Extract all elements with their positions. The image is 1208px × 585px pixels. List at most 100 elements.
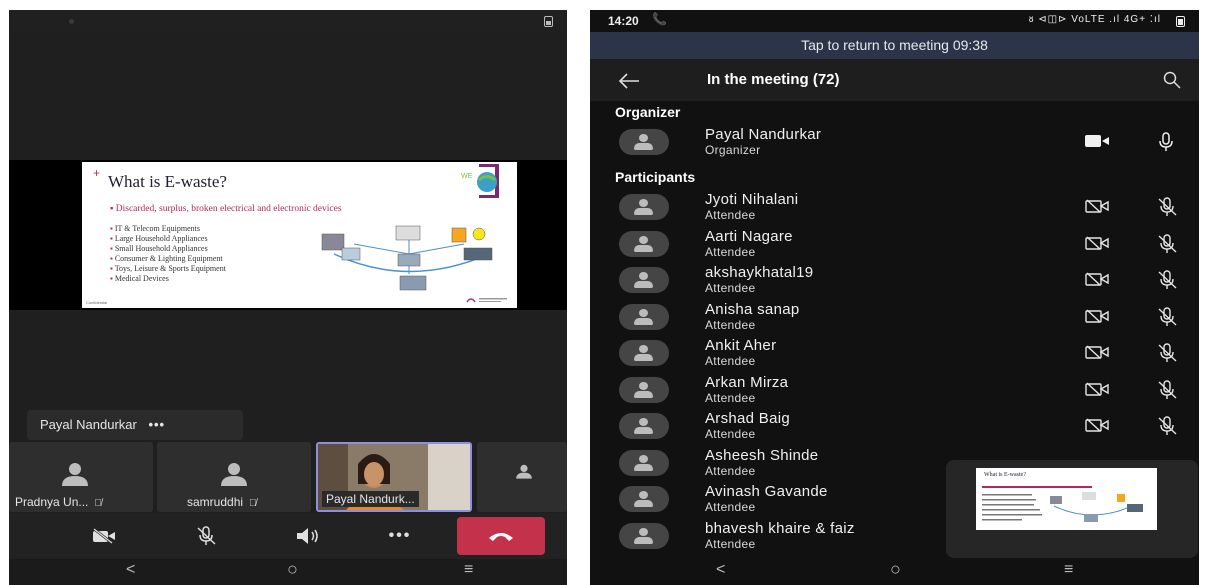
more-options-button[interactable]: ••• xyxy=(365,513,435,559)
participant-row[interactable]: Jyoti Nihalani Attendee xyxy=(590,190,1199,226)
participants-screen: 14:20 📞 ᴕ ⊲◫⊳ VoLTE .ıl 4G+ ⁚ıl Tap to r… xyxy=(590,10,1199,585)
camera-off-icon xyxy=(1085,308,1109,323)
call-controls: ••• xyxy=(9,513,567,559)
participant-role: Attendee xyxy=(705,244,756,259)
mic-off-icon xyxy=(1158,270,1177,289)
tile-name-text: Pradnya Un... xyxy=(15,495,89,509)
participant-name: Jyoti Nihalani xyxy=(705,191,799,208)
person-icon xyxy=(62,463,88,486)
meeting-screen: + What is E-waste? WE ▪ Discarded, surpl… xyxy=(9,10,567,585)
nav-back-button[interactable]: < xyxy=(716,561,725,579)
mic-off-icon xyxy=(1158,343,1177,362)
camera-off-icon xyxy=(1085,235,1109,250)
meeting-pip-window[interactable]: What is E-waste? xyxy=(946,460,1198,558)
mic-off-icon xyxy=(1158,306,1177,326)
camera-off-icon xyxy=(1085,418,1109,432)
plus-mark: + xyxy=(93,166,101,180)
speaker-icon xyxy=(297,528,318,544)
status-bar xyxy=(9,10,567,32)
nav-back-button[interactable]: < xyxy=(126,561,135,579)
slide-list-item: Small Household Appliances xyxy=(110,244,226,254)
battery-icon xyxy=(544,16,553,27)
avatar xyxy=(619,486,669,512)
presenter-more-button[interactable]: ••• xyxy=(148,417,165,432)
participant-row[interactable]: Aarti Nagare Attendee xyxy=(590,227,1199,263)
active-speaker-tile[interactable]: Payal Nandurk... xyxy=(316,442,472,512)
battery-icon xyxy=(1176,16,1185,27)
person-icon xyxy=(516,464,532,479)
status-time: 14:20 xyxy=(608,14,639,28)
participant-tile-name: Pradnya Un... 🎙̸ xyxy=(15,495,102,509)
camera-on-icon xyxy=(1085,135,1109,147)
search-icon[interactable] xyxy=(1163,71,1181,89)
mic-off-icon: 🎙̸ xyxy=(94,498,102,509)
avatar xyxy=(619,522,669,549)
organizer-row[interactable]: Payal Nandurkar Organizer xyxy=(590,125,1199,161)
participant-role: Attendee xyxy=(705,536,756,551)
participant-tile[interactable] xyxy=(477,442,567,512)
participant-tile[interactable]: samruddhi 🎙̸ xyxy=(157,442,311,512)
participant-name: Arkan Mirza xyxy=(705,373,789,391)
return-to-meeting-banner[interactable]: Tap to return to meeting 09:38 xyxy=(590,32,1199,59)
participant-row[interactable]: Arshad Baig Attendee xyxy=(590,409,1199,445)
participant-name: Payal Nandurkar xyxy=(705,126,822,143)
nav-recents-button[interactable]: ≡ xyxy=(464,561,473,579)
pip-slide: What is E-waste? xyxy=(976,468,1157,530)
participant-role: Attendee xyxy=(705,500,756,514)
participant-row[interactable]: Anisha sanap Attendee xyxy=(590,300,1199,336)
e-waste-diagram xyxy=(321,225,493,291)
participant-role: Attendee xyxy=(705,208,756,222)
slide-list-item: Large Household Appliances xyxy=(110,234,226,244)
participant-name: akshaykhatal19 xyxy=(705,264,814,281)
nav-home-button[interactable]: ○ xyxy=(890,559,901,580)
slide-list-item: Toys, Leisure & Sports Equipment xyxy=(110,264,226,274)
system-nav-bar: < ○ ≡ xyxy=(590,559,1199,585)
mic-off-icon: 🎙̸ xyxy=(249,498,257,509)
mic-on-icon xyxy=(1159,132,1173,151)
participant-name: bhavesh khaire & faiz xyxy=(705,519,855,537)
slide-list: IT & Telecom Equipments Large Household … xyxy=(110,224,226,284)
participant-name: Avinash Gavande xyxy=(705,483,828,500)
camera-dot xyxy=(69,19,74,24)
participant-name: Ankit Aher xyxy=(705,337,777,354)
avatar xyxy=(619,194,669,220)
participant-name: Asheesh Shinde xyxy=(705,446,819,464)
slide-title: What is E-waste? xyxy=(108,172,227,191)
slide-list-item: IT & Telecom Equipments xyxy=(110,224,226,234)
camera-toggle-button[interactable] xyxy=(69,513,139,559)
participant-role: Attendee xyxy=(705,463,756,478)
participant-role: Attendee xyxy=(705,390,756,405)
shared-slide[interactable]: + What is E-waste? WE ▪ Discarded, surpl… xyxy=(9,160,567,310)
presenter-name-pill[interactable]: Payal Nandurkar ••• xyxy=(27,410,243,440)
avatar xyxy=(619,413,669,439)
mic-off-icon xyxy=(197,526,216,545)
nav-recents-button[interactable]: ≡ xyxy=(1064,561,1073,579)
e-waste-badge-icon: WE xyxy=(461,164,499,198)
mic-off-icon xyxy=(1158,379,1177,399)
avatar xyxy=(619,230,669,257)
mic-off-icon xyxy=(1158,416,1177,435)
speaker-button[interactable] xyxy=(273,513,343,559)
participant-name: Arshad Baig xyxy=(705,410,791,427)
pip-slide-title: What is E-waste? xyxy=(984,472,1026,478)
participant-name: Anisha sanap xyxy=(705,300,800,318)
mic-toggle-button[interactable] xyxy=(171,513,241,559)
slide-footer: Confidential xyxy=(86,300,108,305)
nav-home-button[interactable]: ○ xyxy=(287,559,298,580)
avatar xyxy=(619,449,669,476)
back-arrow-icon[interactable] xyxy=(618,71,640,91)
end-call-button[interactable] xyxy=(457,517,545,555)
end-call-icon xyxy=(489,533,513,541)
mic-off-icon xyxy=(1158,197,1177,216)
slide-content: + What is E-waste? WE ▪ Discarded, surpl… xyxy=(82,162,517,308)
avatar xyxy=(619,340,669,366)
participant-tile[interactable]: Pradnya Un... 🎙̸ xyxy=(9,442,153,512)
participants-header: In the meeting (72) xyxy=(590,59,1199,101)
participant-row[interactable]: Ankit Aher Attendee xyxy=(590,336,1199,372)
participant-row[interactable]: akshaykhatal19 Attendee xyxy=(590,263,1199,299)
participant-row[interactable]: Arkan Mirza Attendee xyxy=(590,373,1199,409)
participant-name: Aarti Nagare xyxy=(705,227,793,245)
slide-subtitle-text: Discarded, surplus, broken electrical an… xyxy=(115,204,342,214)
participant-tile-name: Payal Nandurk... xyxy=(322,491,419,507)
status-bar: 14:20 📞 ᴕ ⊲◫⊳ VoLTE .ıl 4G+ ⁚ıl xyxy=(590,10,1199,32)
